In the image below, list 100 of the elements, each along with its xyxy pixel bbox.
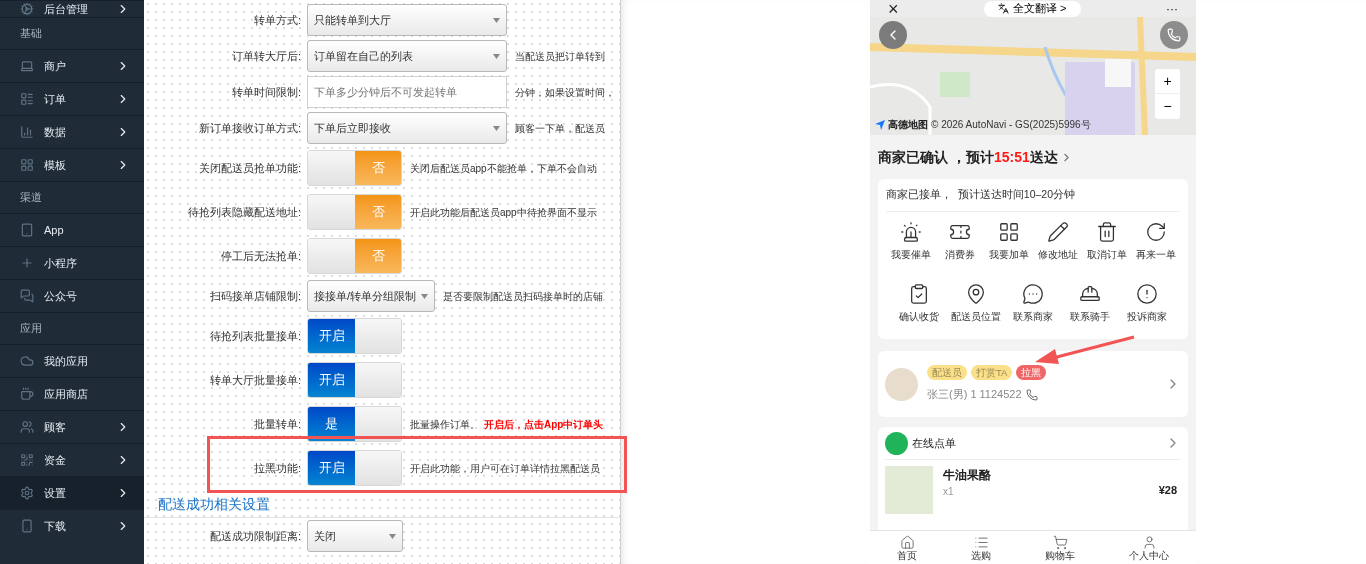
- grid-plus-icon: [997, 221, 1020, 243]
- order-action[interactable]: 修改地址: [1033, 221, 1082, 263]
- shop-logo: [885, 431, 908, 455]
- sidebar-item[interactable]: 设置: [0, 476, 144, 509]
- bar-chart-icon: [20, 125, 34, 139]
- order-action[interactable]: 联系骑手: [1063, 283, 1117, 325]
- field-hint: 关闭后配送员app不能抢单，下单不会自动: [410, 161, 597, 176]
- more-button[interactable]: ···: [1166, 2, 1178, 15]
- field-hint: 顾客一下单，配送员: [515, 121, 605, 136]
- cup-icon: [20, 387, 34, 401]
- select-dropdown[interactable]: 只能转单到大厅: [307, 4, 507, 36]
- field-hint: 是否要限制配送员扫码接单时的店铺: [443, 289, 603, 304]
- chat-bubble-icon: [1022, 283, 1044, 306]
- settings-icon: [20, 486, 34, 500]
- field-label: 新订单接收订单方式:: [197, 120, 302, 136]
- laptop-icon: [20, 59, 34, 73]
- toggle-switch[interactable]: 开启: [307, 450, 402, 486]
- field-label: 停工后无法抢单:: [219, 248, 302, 264]
- zoom-in-button[interactable]: +: [1155, 69, 1180, 94]
- caret-icon: [389, 533, 396, 539]
- toggle-label: 否: [371, 203, 385, 222]
- sidebar-section-label: 基础: [20, 26, 42, 42]
- field-hint: 批量操作订单。: [410, 417, 480, 432]
- avatar-placeholder: [885, 367, 918, 401]
- field-label: 转单时间限制:: [230, 84, 302, 100]
- field-label: 转单方式:: [252, 12, 302, 28]
- toggle-label: 开启: [318, 327, 345, 346]
- people-icon: [20, 420, 34, 434]
- select-dropdown[interactable]: 下单后立即接收: [307, 112, 507, 144]
- order-action[interactable]: 联系商家: [1006, 283, 1060, 325]
- clipboard-check-icon: [908, 283, 930, 306]
- tab-bar-item[interactable]: 购物车: [1045, 531, 1075, 564]
- toggle-label: 否: [371, 247, 385, 266]
- chat-icon: [20, 289, 34, 303]
- order-action[interactable]: 取消订单: [1082, 221, 1131, 263]
- shop-title: 在线点单: [912, 435, 957, 451]
- field-label: 待抢列表隐藏配送地址:: [186, 204, 302, 220]
- tab-bar-item[interactable]: 选购: [971, 531, 991, 564]
- field-label: 订单转大厅后:: [230, 48, 302, 64]
- cloud-icon: [20, 354, 34, 368]
- order-action[interactable]: 消费券: [935, 221, 984, 263]
- alarm-light-icon: [899, 221, 922, 243]
- product-photo-placeholder: [885, 466, 933, 514]
- order-message: 商家已接单， 预计送达时间10–20分钟: [886, 187, 1076, 203]
- toggle-label: 开启: [318, 371, 345, 390]
- toggle-switch[interactable]: 是: [307, 406, 402, 442]
- field-label: 转单大厅批量接单:: [208, 372, 302, 388]
- caret-icon: [493, 53, 500, 59]
- field-hint: 当配送员把订单转到: [515, 49, 605, 64]
- field-hint: 开启此功能后配送员app中待抢界面不显示: [410, 205, 597, 220]
- caret-icon: [421, 293, 428, 299]
- user-icon: [1141, 534, 1157, 550]
- toggle-label: 否: [371, 159, 385, 178]
- caret-icon: [493, 17, 500, 23]
- toggle-switch[interactable]: 开启: [307, 362, 402, 398]
- field-label: 拉黑功能:: [252, 460, 302, 476]
- sidebar-section-label: 渠道: [20, 190, 42, 206]
- grid-icon: [20, 158, 34, 172]
- figure-placeholder: [1105, 59, 1131, 87]
- select-dropdown[interactable]: 接接单/转单分组限制: [307, 280, 435, 312]
- sidebar-item[interactable]: 后台管理: [0, 0, 144, 17]
- qr-code-icon: [20, 453, 34, 467]
- list-icon: [20, 92, 34, 106]
- order-action[interactable]: 投诉商家: [1120, 283, 1174, 325]
- sidebar-section-label: 应用: [20, 321, 42, 337]
- field-label: 配送成功限制距离:: [208, 528, 302, 544]
- plus-icon: [20, 256, 34, 270]
- field-hint: 分钟，如果设置时间，: [515, 85, 615, 100]
- order-action[interactable]: 配送员位置: [949, 283, 1003, 325]
- refresh-icon: [1144, 221, 1167, 243]
- close-button[interactable]: ×: [888, 0, 899, 18]
- order-action[interactable]: 再来一单: [1131, 221, 1180, 263]
- field-hint: 开启此功能，用户可在订单详情拉黑配送员: [410, 461, 600, 476]
- toggle-switch[interactable]: 开启: [307, 318, 402, 354]
- select-dropdown[interactable]: 订单留在自己的列表: [307, 40, 507, 72]
- translate-button[interactable]: 全文翻译 >: [984, 0, 1081, 17]
- order-status-title: 商家已确认 ，预计15:51送达: [878, 147, 1058, 167]
- input-field[interactable]: 下单多少分钟后不可发起转单: [307, 76, 507, 108]
- order-action[interactable]: 我要催单: [886, 221, 935, 263]
- tab-bar-item[interactable]: 个人中心: [1129, 531, 1169, 564]
- zoom-out-button[interactable]: −: [1155, 94, 1180, 119]
- rider-name: 张三(男) 1 1124522: [927, 387, 1022, 403]
- list-icon: [973, 534, 989, 550]
- product-price: ¥28: [1158, 482, 1177, 498]
- alert-icon: [1136, 283, 1158, 306]
- field-label: 待抢列表批量接单:: [208, 328, 302, 344]
- map-copyright: © 2026 AutoNavi - GS(2025)5996号: [931, 118, 1091, 132]
- order-action[interactable]: 我要加单: [984, 221, 1033, 263]
- select-dropdown[interactable]: 关闭: [307, 520, 403, 552]
- product-name: 牛油果酪: [943, 467, 992, 484]
- tab-bar-item[interactable]: 首页: [897, 531, 917, 564]
- tablet-icon: [20, 223, 34, 237]
- phone-icon: [1167, 28, 1181, 42]
- product-quantity: x1: [943, 485, 955, 499]
- field-label: 关闭配送员抢单功能:: [197, 160, 302, 176]
- phone-icon: [1025, 388, 1038, 401]
- phone-icon: [20, 519, 34, 533]
- caret-icon: [493, 125, 500, 131]
- field-label: 扫码接单店铺限制:: [208, 288, 302, 304]
- order-action[interactable]: 确认收货: [892, 283, 946, 325]
